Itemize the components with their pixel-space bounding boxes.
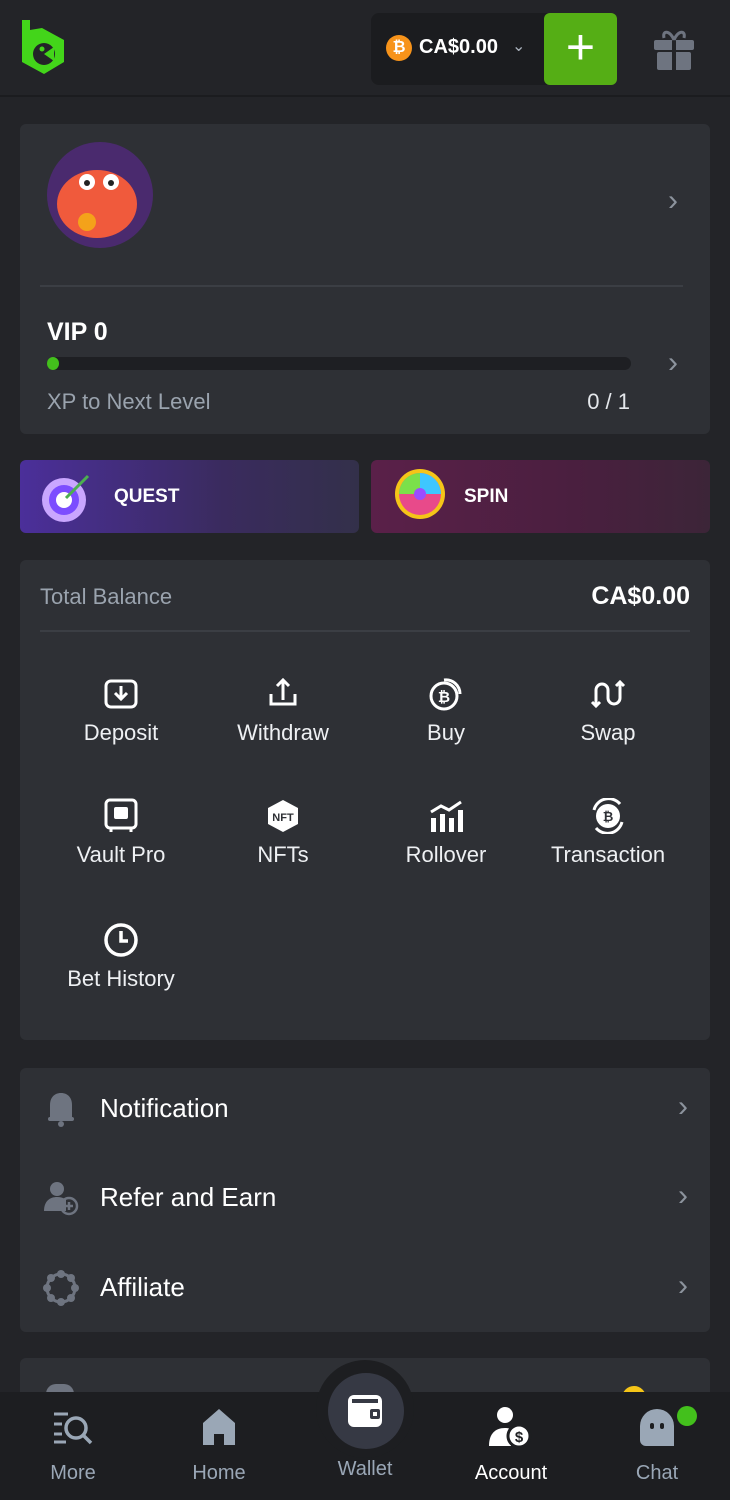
menu-item-refer-and-earn[interactable]: Refer and Earn › (20, 1155, 710, 1243)
nav-wallet-label[interactable]: Wallet (310, 1458, 420, 1481)
home-icon (203, 1409, 235, 1445)
chevron-right-icon[interactable]: › (668, 346, 678, 380)
wheel-icon (395, 469, 445, 519)
total-balance-label: Total Balance (40, 584, 173, 609)
target-icon (42, 474, 90, 522)
menu-item-affiliate[interactable]: Affiliate › (20, 1245, 710, 1333)
search-list-icon (54, 1412, 93, 1445)
nav-account[interactable]: $ Account (456, 1406, 566, 1485)
vault-pro-button[interactable]: Vault Pro (41, 798, 201, 868)
nav-more[interactable]: More (18, 1406, 128, 1485)
spin-label: SPIN (464, 486, 509, 507)
nav-home[interactable]: Home (164, 1406, 274, 1485)
divider (40, 285, 683, 287)
swap-icon (590, 679, 626, 709)
chevron-down-icon[interactable]: ⌄ (512, 36, 525, 56)
nav-wallet-button[interactable] (328, 1373, 404, 1449)
deposit-icon (104, 679, 138, 709)
buy-button[interactable]: ₿ Buy (366, 676, 526, 746)
spin-button[interactable]: SPIN (371, 460, 710, 533)
chat-ghost-icon (640, 1409, 674, 1446)
buy-icon: ₿ (429, 678, 462, 711)
vault-icon (104, 798, 138, 832)
logo[interactable] (20, 18, 66, 76)
nfts-button[interactable]: NFT NFTs (203, 798, 363, 868)
vip-level: VIP 0 (47, 318, 108, 346)
refer-user-icon (44, 1182, 79, 1216)
gift-icon[interactable] (652, 28, 696, 70)
rollover-chart-icon (430, 800, 463, 832)
menu-item-notification[interactable]: Notification › (20, 1066, 710, 1154)
svg-text:$: $ (515, 1429, 524, 1446)
deposit-button[interactable]: Deposit (41, 676, 201, 746)
rollover-button[interactable]: Rollover (366, 798, 526, 868)
top-bar: ₿ CA$0.00 ⌄ + (0, 0, 730, 97)
xp-label: XP to Next Level (47, 389, 211, 414)
chevron-right-icon[interactable]: › (668, 184, 678, 218)
bet-history-button[interactable]: Bet History (41, 922, 201, 992)
avatar[interactable] (47, 142, 153, 248)
online-status-dot (677, 1406, 697, 1426)
withdraw-button[interactable]: Withdraw (203, 676, 363, 746)
svg-text:₿: ₿ (603, 809, 614, 824)
svg-text:NFT: NFT (272, 812, 294, 824)
affiliate-network-icon (43, 1270, 79, 1306)
xp-progress-bar (47, 357, 631, 370)
bitcoin-icon: ₿ (386, 35, 412, 61)
quest-button[interactable]: QUEST (20, 460, 359, 533)
bell-icon (48, 1093, 74, 1127)
swap-button[interactable]: Swap (528, 676, 688, 746)
transaction-button[interactable]: ₿ Transaction (528, 798, 688, 868)
xp-value: 0 / 1 (587, 389, 630, 414)
withdraw-icon (269, 677, 297, 706)
deposit-plus-button[interactable]: + (544, 13, 617, 85)
chevron-right-icon: › (678, 1179, 688, 1212)
balance-value: CA$0.00 (419, 36, 498, 58)
quest-label: QUEST (114, 486, 180, 507)
wallet-icon (348, 1395, 382, 1427)
profile-card: › VIP 0 › XP to Next Level 0 / 1 (20, 124, 710, 434)
transaction-icon: ₿ (592, 798, 624, 834)
divider (40, 630, 690, 632)
chevron-right-icon: › (678, 1269, 688, 1302)
nft-icon: NFT (268, 800, 298, 832)
svg-text:₿: ₿ (438, 689, 450, 706)
total-balance-value: CA$0.00 (591, 582, 690, 610)
clock-icon (104, 923, 138, 957)
chevron-right-icon: › (678, 1090, 688, 1123)
account-dollar-icon: $ (489, 1407, 532, 1448)
